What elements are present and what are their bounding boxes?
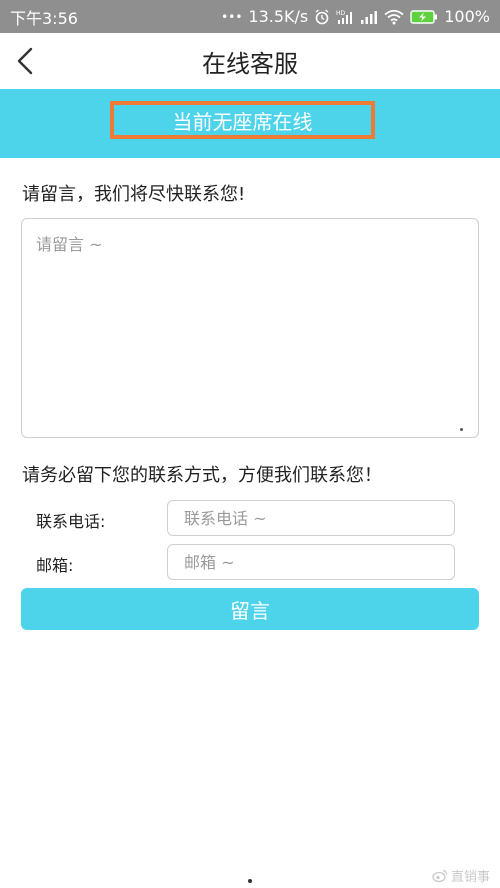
phone-input[interactable]: [167, 500, 455, 536]
no-agent-online-notice: 当前无座席在线: [110, 101, 375, 139]
battery-charging-icon: [410, 9, 438, 25]
chevron-left-icon: [17, 47, 33, 75]
page-title: 在线客服: [202, 49, 298, 78]
email-label: 邮箱:: [36, 556, 74, 575]
submit-message-button[interactable]: 留言: [21, 588, 479, 630]
page-indicator-dot: [248, 879, 252, 883]
banner-text: 当前无座席在线: [172, 109, 313, 134]
svg-text:HD: HD: [336, 10, 346, 17]
watermark-text: 直销事: [451, 870, 491, 885]
battery-percent: 100%: [444, 7, 490, 26]
phone-label: 联系电话:: [36, 512, 106, 531]
status-bar: 下午3:56 ••• 13.5K/s HD 100%: [0, 0, 500, 33]
nav-bar: 在线客服: [0, 33, 500, 89]
back-button[interactable]: [10, 45, 40, 77]
resize-handle[interactable]: [460, 428, 463, 431]
message-prompt: 请留言，我们将尽快联系您!: [22, 184, 246, 205]
status-icons: ••• 13.5K/s HD 100%: [221, 7, 490, 26]
contact-prompt: 请务必留下您的联系方式，方便我们联系您！: [22, 465, 382, 486]
weibo-icon: [432, 869, 448, 882]
email-input[interactable]: [167, 544, 455, 580]
alarm-icon: [314, 8, 330, 25]
status-banner: 当前无座席在线: [0, 89, 500, 158]
message-textarea[interactable]: [21, 218, 479, 438]
signal-icon: [360, 9, 378, 25]
status-time: 下午3:56: [10, 8, 78, 28]
watermark: 直销事: [432, 866, 490, 885]
signal-hd-icon: HD: [336, 9, 354, 25]
status-dots: •••: [221, 9, 243, 24]
wifi-icon: [384, 9, 404, 25]
net-speed: 13.5K/s: [248, 7, 309, 26]
